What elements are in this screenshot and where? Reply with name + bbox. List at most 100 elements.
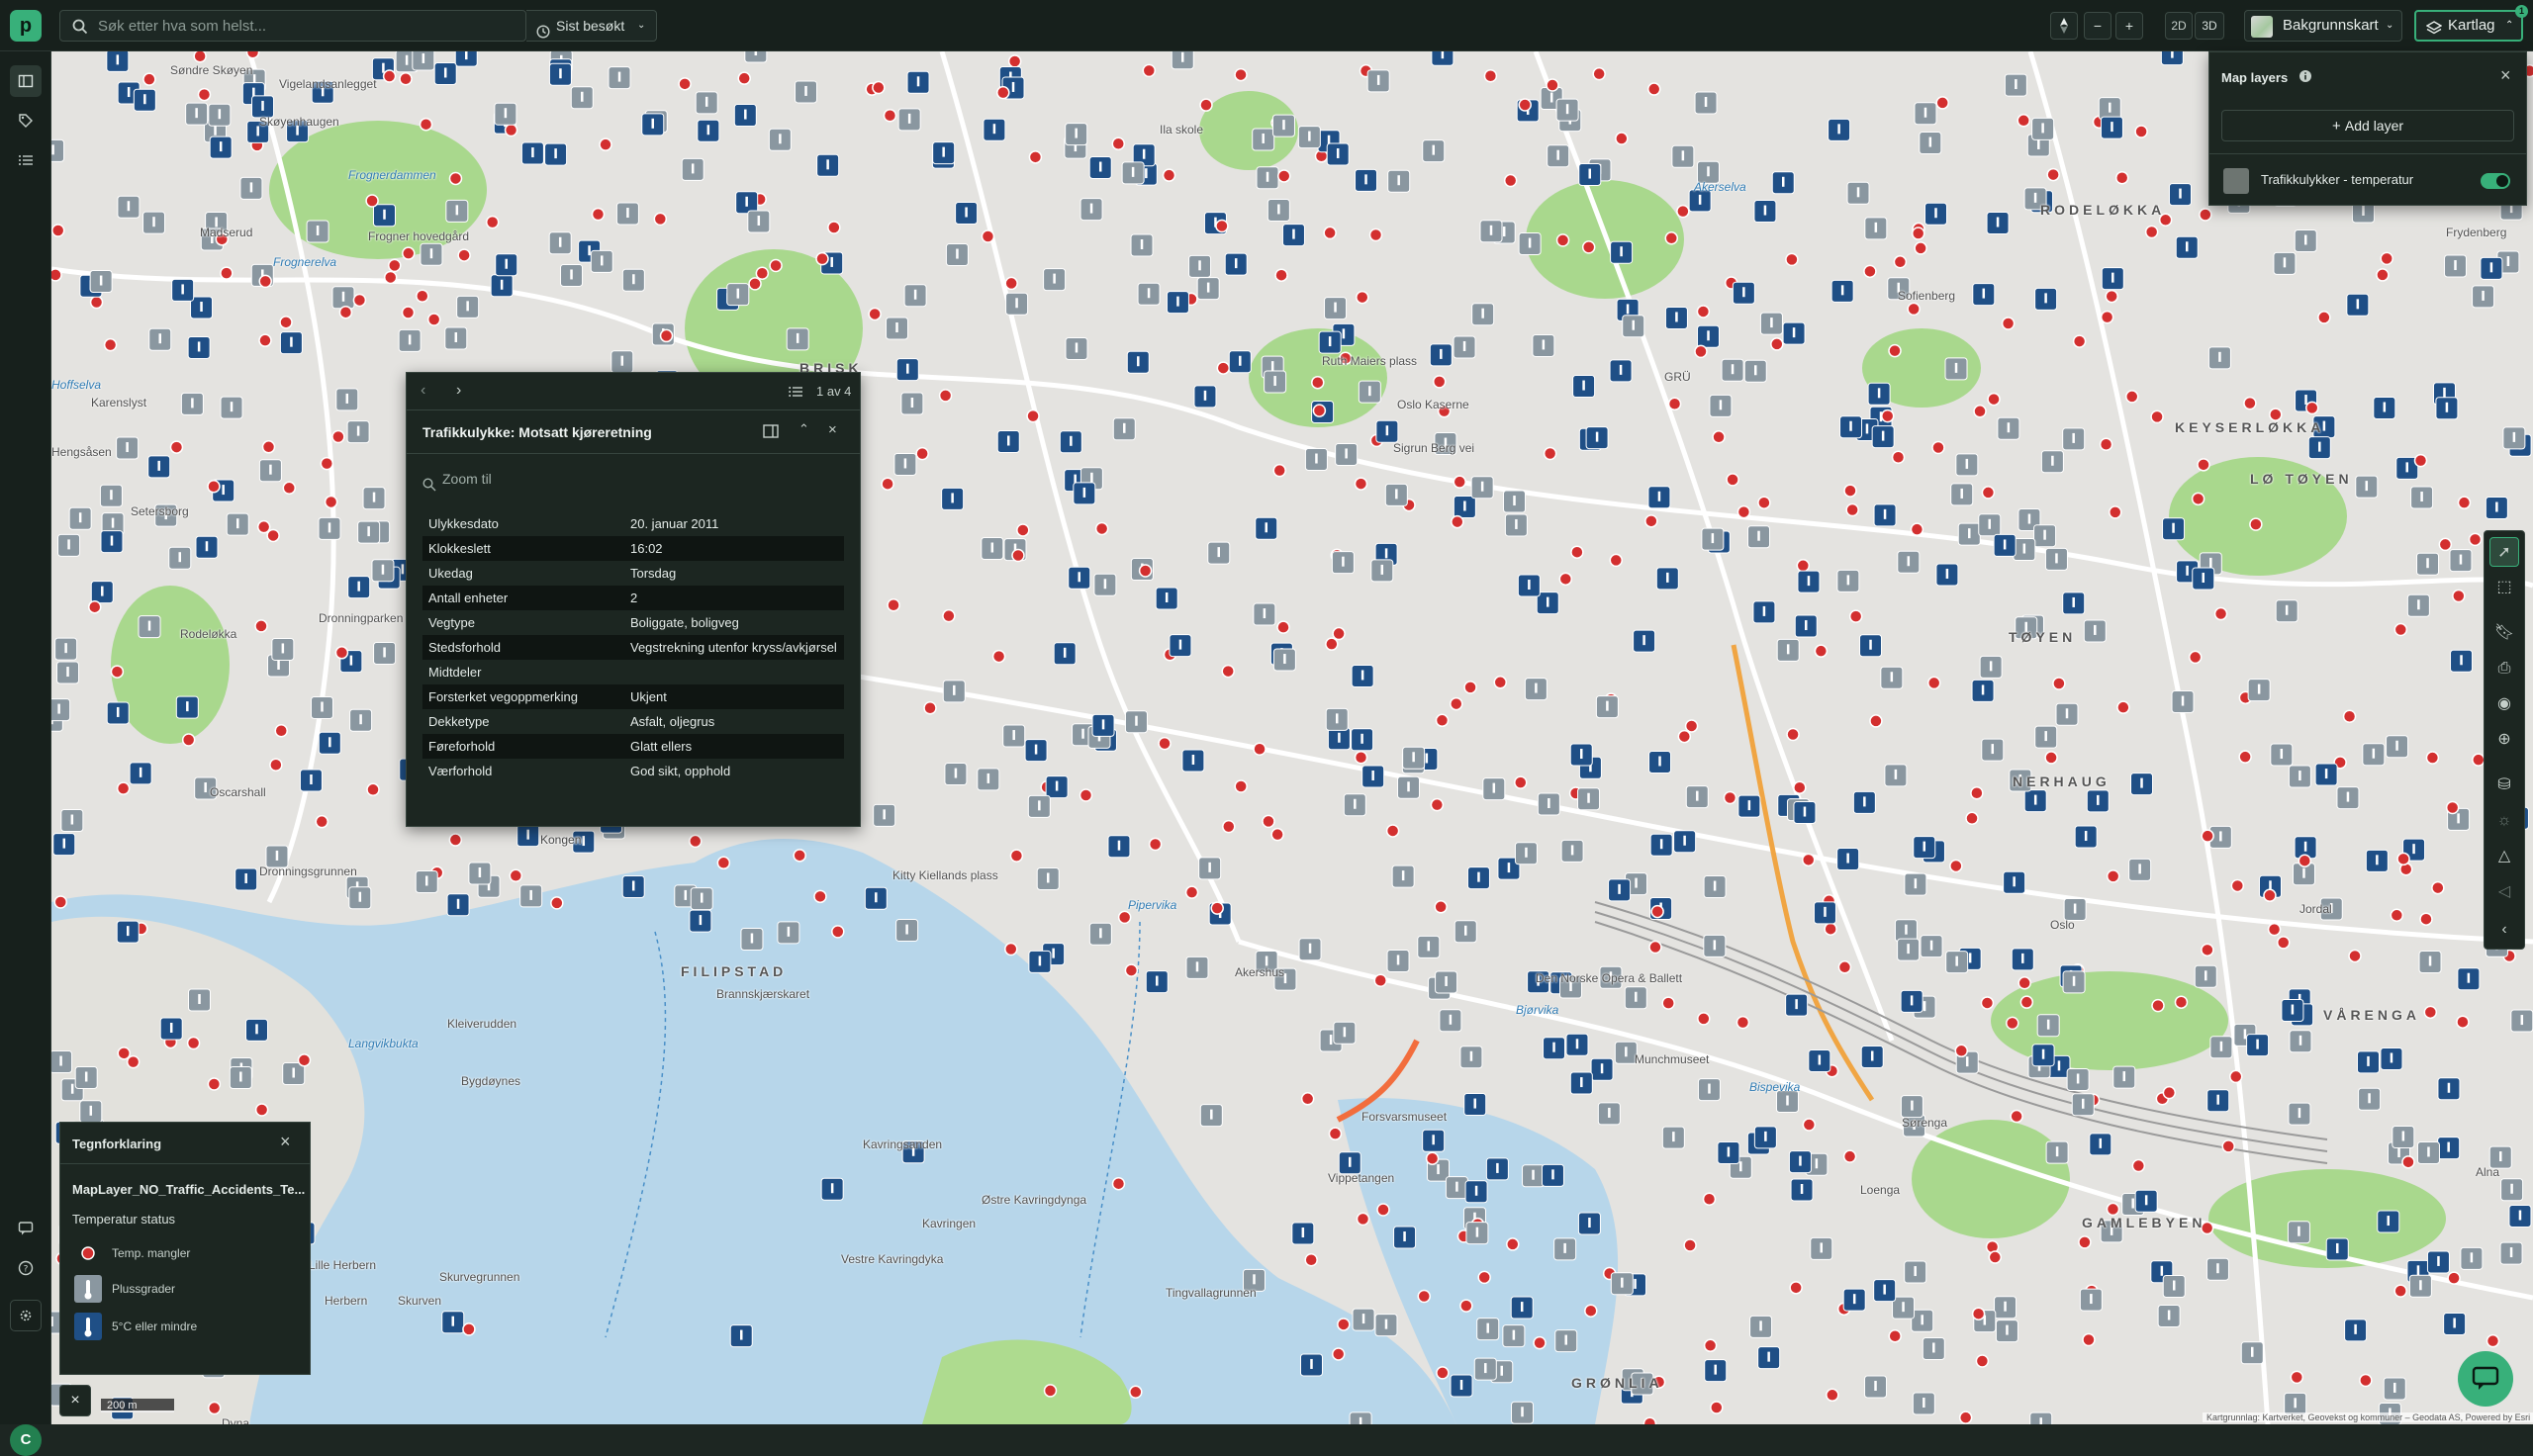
accident-marker-missing[interactable] — [887, 598, 900, 612]
accident-marker-missing[interactable] — [207, 1077, 222, 1091]
accident-marker-missing[interactable] — [1907, 302, 1921, 317]
accident-marker-missing[interactable] — [1814, 644, 1829, 658]
accident-marker-missing[interactable] — [2457, 496, 2472, 509]
accident-marker-missing[interactable] — [256, 519, 271, 534]
close-icon[interactable]: × — [828, 421, 837, 438]
accident-marker-missing[interactable] — [1683, 1238, 1697, 1252]
accident-marker-missing[interactable] — [1615, 132, 1629, 145]
accident-marker-missing[interactable] — [2191, 492, 2205, 506]
map-view-button[interactable] — [10, 65, 42, 97]
accident-marker-missing[interactable] — [1493, 676, 1508, 689]
accident-marker-missing[interactable] — [2486, 1333, 2500, 1348]
accident-marker-missing[interactable] — [981, 229, 995, 243]
accident-marker-missing[interactable] — [1677, 729, 1692, 744]
accident-marker-missing[interactable] — [457, 248, 471, 262]
accident-marker-missing[interactable] — [2342, 709, 2357, 724]
accident-marker-missing[interactable] — [338, 305, 353, 319]
accident-marker-missing[interactable] — [1880, 409, 1895, 423]
accident-marker-missing[interactable] — [827, 221, 841, 234]
accident-marker-missing[interactable] — [1848, 609, 1863, 623]
accident-marker-missing[interactable] — [1518, 98, 1532, 112]
accident-marker-missing[interactable] — [915, 446, 929, 461]
accident-marker-missing[interactable] — [426, 313, 441, 326]
accident-marker-missing[interactable] — [1483, 69, 1498, 83]
accident-marker-missing[interactable] — [1432, 375, 1447, 389]
accident-marker-missing[interactable] — [2393, 1284, 2407, 1298]
accident-marker-missing[interactable] — [883, 109, 897, 123]
accident-marker-missing[interactable] — [2006, 1016, 2019, 1031]
box-select-button[interactable]: ⬚ — [2489, 573, 2519, 602]
accident-marker-missing[interactable] — [89, 295, 104, 310]
accident-marker-missing[interactable] — [2447, 1271, 2461, 1285]
accident-marker-missing[interactable] — [1210, 901, 1224, 915]
accident-marker-plus[interactable] — [51, 698, 71, 722]
accident-marker-missing[interactable] — [2099, 437, 2113, 452]
accident-marker-missing[interactable] — [103, 337, 118, 352]
accident-marker-missing[interactable] — [1581, 240, 1596, 254]
accident-marker-missing[interactable] — [2425, 751, 2440, 765]
accident-marker-missing[interactable] — [1789, 1281, 1803, 1295]
accident-marker-missing[interactable] — [938, 389, 953, 403]
accident-marker-missing[interactable] — [1354, 751, 1368, 765]
accident-marker-missing[interactable] — [1697, 1012, 1711, 1026]
accident-marker-missing[interactable] — [51, 224, 65, 237]
accident-marker-missing[interactable] — [1221, 664, 1235, 679]
accident-marker-missing[interactable] — [1843, 484, 1857, 498]
accident-marker-missing[interactable] — [1914, 241, 1927, 255]
accident-marker-missing[interactable] — [197, 87, 212, 102]
search-box[interactable] — [59, 10, 526, 42]
accident-marker-missing[interactable] — [169, 440, 184, 454]
accident-marker-missing[interactable] — [462, 1322, 476, 1336]
accident-marker-missing[interactable] — [2199, 208, 2212, 222]
accident-marker-missing[interactable] — [1463, 681, 1477, 694]
mode-3d-button[interactable]: 3D — [2195, 12, 2224, 40]
compass-button[interactable] — [2050, 12, 2078, 40]
accident-marker-missing[interactable] — [1543, 446, 1557, 461]
accident-marker-missing[interactable] — [2106, 869, 2120, 883]
accident-marker-missing[interactable] — [1570, 545, 1584, 559]
accident-marker-missing[interactable] — [716, 856, 731, 870]
accident-marker-missing[interactable] — [1958, 1410, 1973, 1424]
accident-marker-missing[interactable] — [274, 723, 288, 738]
accident-marker-missing[interactable] — [402, 246, 416, 260]
accident-marker-missing[interactable] — [1162, 168, 1176, 182]
messages-button[interactable] — [10, 1213, 42, 1244]
settings-button[interactable] — [10, 1300, 42, 1331]
accident-marker-missing[interactable] — [1869, 714, 1883, 728]
accident-marker-missing[interactable] — [1234, 779, 1248, 793]
accident-marker-missing[interactable] — [1117, 910, 1132, 925]
accident-marker-missing[interactable] — [1028, 150, 1043, 164]
basemap-dropdown[interactable]: Bakgrunnskart ⌄ — [2244, 10, 2402, 42]
accident-marker-missing[interactable] — [1328, 1127, 1343, 1140]
locate-button[interactable]: ⊕ — [2489, 725, 2519, 755]
accident-marker-missing[interactable] — [1222, 819, 1236, 834]
accident-marker-missing[interactable] — [388, 258, 402, 273]
accident-marker-missing[interactable] — [2431, 880, 2445, 895]
accident-marker-missing[interactable] — [2201, 829, 2214, 843]
accident-marker-missing[interactable] — [1650, 904, 1664, 919]
accident-marker-missing[interactable] — [266, 528, 280, 543]
close-button[interactable]: × — [59, 1385, 91, 1416]
help-button[interactable]: ? — [10, 1252, 42, 1284]
collapse-icon[interactable]: ⌃ — [798, 421, 809, 437]
accident-marker-missing[interactable] — [1644, 514, 1658, 528]
accident-marker-missing[interactable] — [1694, 344, 1708, 359]
accident-marker-missing[interactable] — [2359, 1373, 2373, 1388]
collapse-rail-button[interactable]: ‹ — [2489, 915, 2519, 945]
accident-marker-missing[interactable] — [87, 599, 102, 614]
accident-marker-missing[interactable] — [297, 1053, 312, 1067]
accident-marker-missing[interactable] — [2401, 1155, 2415, 1169]
accident-marker-missing[interactable] — [2082, 1332, 2096, 1347]
accident-marker-missing[interactable] — [1337, 1318, 1351, 1331]
accident-marker-missing[interactable] — [996, 85, 1010, 100]
accident-marker-missing[interactable] — [2114, 170, 2129, 185]
accident-marker-missing[interactable] — [1736, 1015, 1750, 1030]
accident-marker-missing[interactable] — [269, 758, 283, 772]
accident-marker-missing[interactable] — [1609, 553, 1624, 568]
accident-marker-missing[interactable] — [1546, 78, 1559, 92]
accident-marker-missing[interactable] — [1702, 1192, 1717, 1206]
accident-marker-missing[interactable] — [1926, 676, 1941, 690]
accident-marker-missing[interactable] — [258, 333, 272, 347]
accident-marker-missing[interactable] — [2445, 800, 2460, 815]
feature-list-icon[interactable] — [789, 385, 802, 404]
